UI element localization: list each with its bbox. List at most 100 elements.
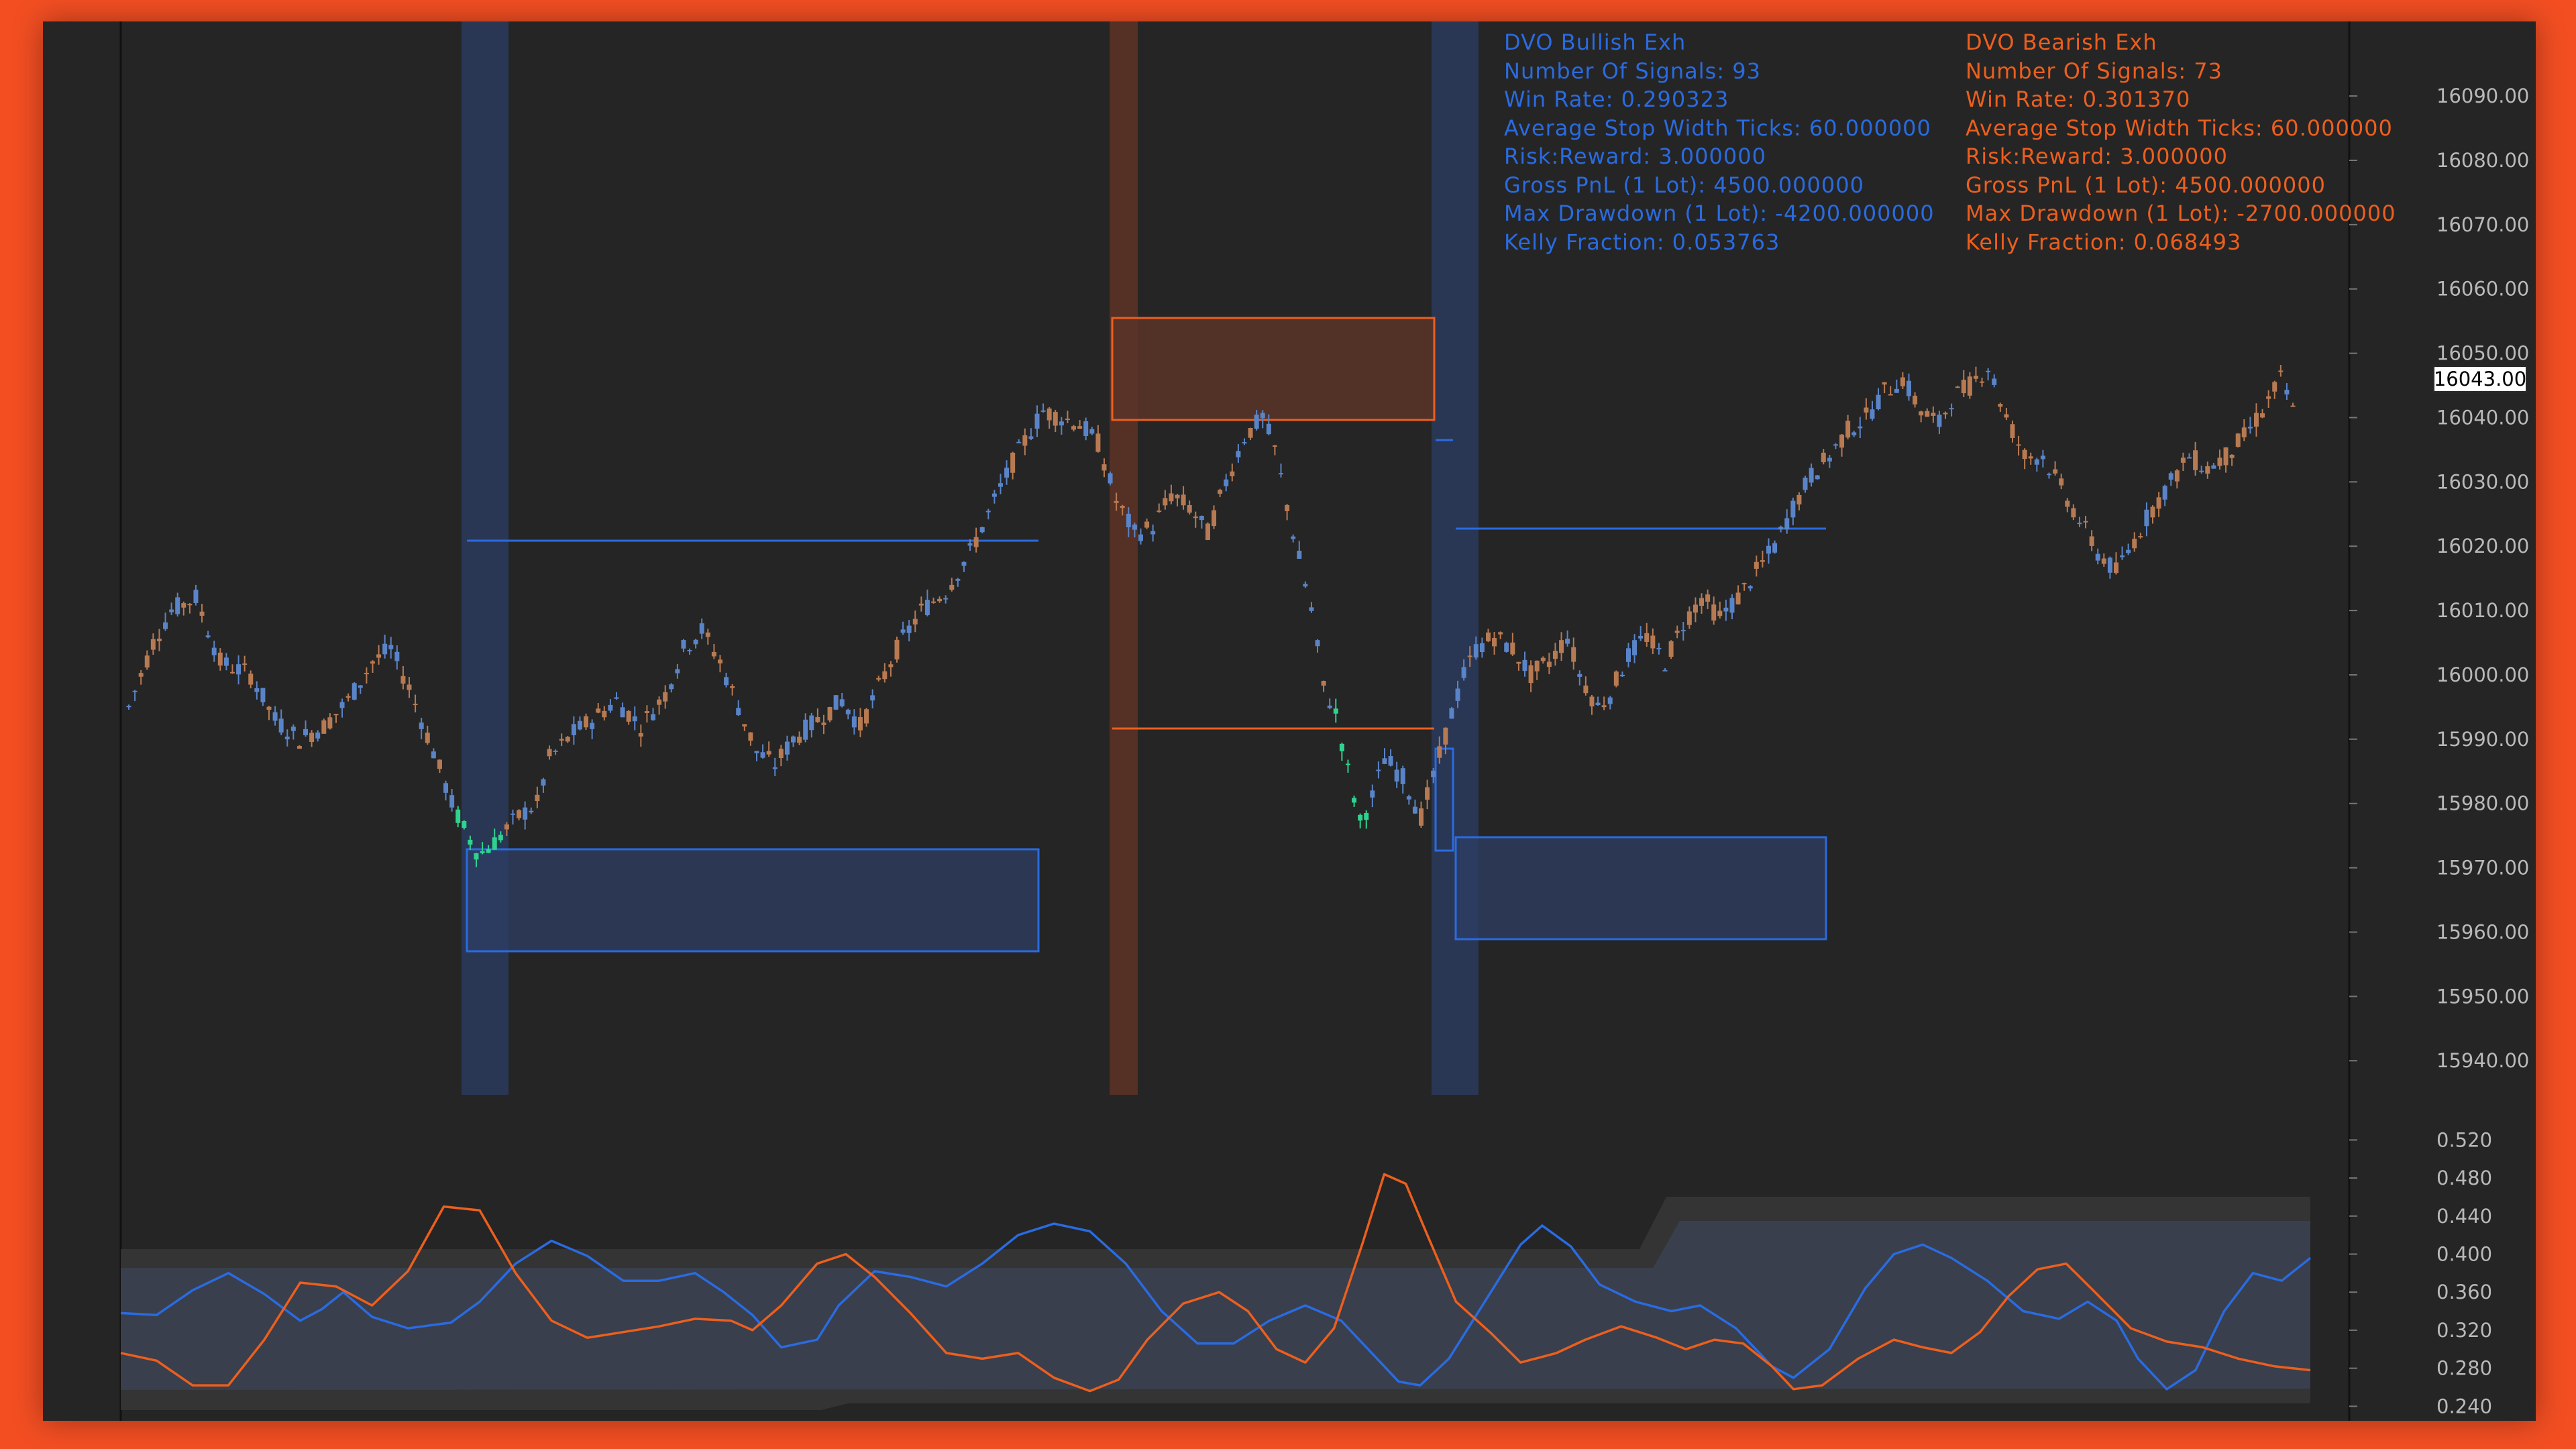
candle-body bbox=[517, 810, 522, 818]
bearish-stat-signals: Number Of Signals: 73 bbox=[1966, 58, 2222, 84]
candle-body bbox=[1565, 639, 1570, 644]
candle-body bbox=[797, 737, 802, 743]
candle-body bbox=[229, 672, 235, 674]
candle-body bbox=[1364, 812, 1369, 820]
candle-body bbox=[553, 750, 558, 752]
candle-body bbox=[571, 724, 576, 736]
candle-body bbox=[1625, 648, 1631, 662]
candle-body bbox=[431, 751, 436, 759]
candle-body bbox=[1540, 657, 1546, 661]
candle-body bbox=[1352, 798, 1357, 803]
candle-body bbox=[1980, 381, 1985, 383]
candle-body bbox=[1595, 702, 1601, 705]
candle-body bbox=[309, 733, 315, 743]
bullish-stop-zone bbox=[466, 848, 1040, 953]
price-tick-label: 16090.00 bbox=[2436, 85, 2529, 107]
candle-body bbox=[1297, 550, 1302, 559]
candle-body bbox=[778, 749, 784, 759]
candle-body bbox=[1400, 768, 1405, 784]
candle-body bbox=[468, 839, 473, 845]
candle-body bbox=[1108, 473, 1113, 484]
candle-body bbox=[900, 629, 906, 633]
candle-body bbox=[187, 604, 193, 606]
candle-body bbox=[1937, 415, 1942, 427]
candle-body bbox=[626, 710, 631, 722]
candle-body bbox=[1760, 560, 1765, 562]
candle-body bbox=[1992, 378, 1997, 385]
candle-body bbox=[2180, 458, 2186, 463]
candle-body bbox=[1699, 598, 1705, 606]
bearish-stat-pnl: Gross PnL (1 Lot): 4500.000000 bbox=[1966, 172, 2326, 198]
candle-body bbox=[675, 669, 680, 674]
oscillator-tick-label: 0.520 bbox=[2436, 1128, 2492, 1151]
bullish-stat-signals: Number Of Signals: 93 bbox=[1504, 58, 1761, 84]
candle-body bbox=[1748, 586, 1753, 589]
candle-body bbox=[2193, 450, 2198, 470]
candle-body bbox=[1345, 763, 1350, 765]
candle-body bbox=[1851, 432, 1857, 435]
bearish-stat-winrate: Win Rate: 0.301370 bbox=[1966, 87, 2191, 112]
candle-body bbox=[1894, 388, 1899, 393]
candle-body bbox=[1504, 643, 1509, 652]
candle-body bbox=[1449, 708, 1454, 719]
candle-body bbox=[1205, 523, 1210, 540]
candle-body bbox=[425, 733, 430, 743]
candle-body bbox=[297, 746, 302, 749]
candle-body bbox=[754, 751, 759, 753]
candle-body bbox=[1431, 770, 1436, 777]
candle-body bbox=[937, 598, 943, 602]
candle-body bbox=[303, 729, 309, 735]
candle-body bbox=[1809, 468, 1814, 483]
candle-body bbox=[1790, 500, 1796, 518]
candle-body bbox=[1163, 498, 1168, 506]
candle-body bbox=[2229, 454, 2235, 458]
price-tick-label: 15960.00 bbox=[2436, 920, 2529, 943]
candle-body bbox=[1412, 806, 1417, 814]
candle-body bbox=[1498, 632, 1503, 635]
candle-body bbox=[169, 609, 174, 612]
candle-body bbox=[2260, 413, 2265, 418]
candle-body bbox=[967, 543, 973, 546]
candle-body bbox=[1321, 681, 1326, 686]
price-tick-label: 15990.00 bbox=[2436, 728, 2529, 751]
candle-body bbox=[1376, 769, 1381, 771]
candle-body bbox=[918, 603, 924, 606]
candle-body bbox=[724, 677, 729, 686]
candle-body bbox=[419, 722, 424, 729]
candle-body bbox=[1327, 705, 1332, 708]
candle-body bbox=[565, 737, 570, 742]
last-price-tag: 16043.00 bbox=[2433, 366, 2527, 392]
candle-body bbox=[2144, 509, 2149, 527]
candle-body bbox=[1778, 527, 1784, 529]
candle-body bbox=[1040, 410, 1046, 412]
candle-body bbox=[1656, 647, 1662, 649]
candle-body bbox=[2034, 459, 2039, 465]
candle-body bbox=[156, 639, 162, 641]
candle-body bbox=[1906, 380, 1911, 396]
candle-body bbox=[1858, 426, 1863, 429]
candle-body bbox=[2059, 478, 2064, 486]
candle-body bbox=[2211, 465, 2216, 469]
candle-body bbox=[547, 749, 552, 757]
bullish-stat-stopwidth: Average Stop Width Ticks: 60.000000 bbox=[1504, 115, 1931, 141]
oscillator-tick-label: 0.440 bbox=[2436, 1205, 2492, 1228]
candle-body bbox=[1187, 504, 1192, 513]
candle-body bbox=[364, 673, 369, 675]
candle-body bbox=[498, 835, 503, 841]
oscillator-inner-band bbox=[121, 1221, 2310, 1390]
candle-body bbox=[742, 724, 747, 727]
candle-body bbox=[1150, 531, 1156, 535]
candle-body bbox=[394, 651, 400, 661]
candle-body bbox=[894, 639, 900, 659]
candle-body bbox=[2162, 486, 2167, 500]
candle-body bbox=[1169, 493, 1174, 502]
candle-body bbox=[1705, 594, 1711, 602]
candle-body bbox=[809, 715, 814, 731]
candle-body bbox=[791, 736, 796, 743]
candle-body bbox=[1291, 536, 1296, 539]
candle-body bbox=[126, 706, 131, 708]
candle-body bbox=[1339, 743, 1344, 751]
candle-body bbox=[1053, 412, 1058, 426]
price-tick-label: 15970.00 bbox=[2436, 857, 2529, 879]
candle-body bbox=[1815, 475, 1820, 480]
